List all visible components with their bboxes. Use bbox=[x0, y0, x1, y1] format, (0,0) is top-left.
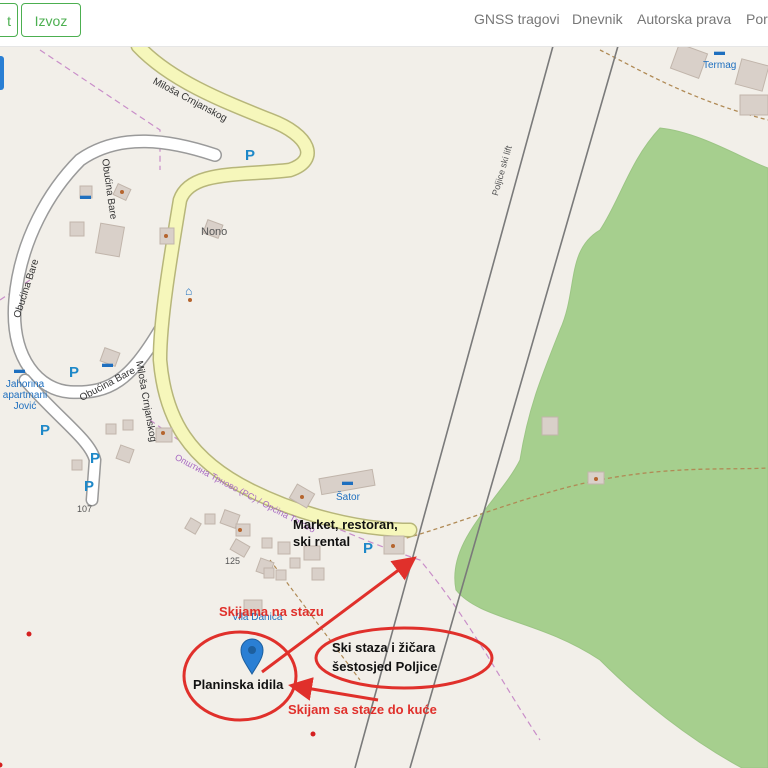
annotation-planinska-idila: Planinska idila bbox=[193, 677, 284, 692]
nav-more[interactable]: Por bbox=[746, 11, 768, 27]
annotation-skijam: Skijam sa staze do kuće bbox=[288, 702, 437, 717]
location-marker-icon bbox=[240, 638, 264, 675]
top-toolbar: t Izvoz GNSS tragovi Dnevnik Autorska pr… bbox=[0, 0, 768, 47]
nav-copyright[interactable]: Autorska prava bbox=[637, 11, 731, 27]
arrow-to-home bbox=[288, 677, 379, 702]
annotation-ski-staza: Ski staza i žičara šestosjed Poljice bbox=[332, 640, 438, 674]
export-button[interactable]: Izvoz bbox=[21, 3, 81, 37]
nav-diary[interactable]: Dnevnik bbox=[572, 11, 623, 27]
map-view[interactable]: P P P P P P P Miloša Crnjanskog Miloša C… bbox=[0, 46, 768, 768]
nav-gnss-traces[interactable]: GNSS tragovi bbox=[474, 11, 560, 27]
ellipse-planinska-idila bbox=[182, 630, 298, 722]
left-button[interactable]: t bbox=[0, 3, 18, 37]
